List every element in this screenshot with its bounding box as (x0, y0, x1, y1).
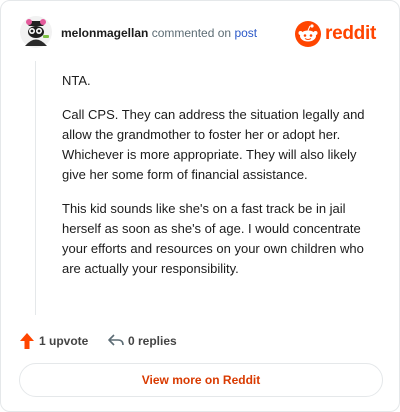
reply-arrow-icon (108, 334, 124, 346)
comment-meta: melonmagellan commented on post (61, 26, 257, 40)
reddit-logo[interactable]: reddit (295, 21, 383, 47)
comment-header: melonmagellan commented on post reddit (19, 15, 383, 51)
avatar-icon (20, 16, 52, 48)
upvote-arrow-icon (20, 333, 34, 349)
reply-count: 0 replies (128, 334, 177, 348)
post-link[interactable]: post (234, 26, 257, 40)
view-more-button[interactable]: View more on Reddit (19, 363, 383, 397)
comment-paragraph: NTA. (62, 73, 91, 88)
username-link[interactable]: melonmagellan (61, 26, 148, 40)
upvote-count: 1 upvote (39, 334, 89, 348)
thread-line[interactable] (35, 61, 36, 315)
comment-paragraph: This kid sounds like she's on a fast tra… (62, 201, 364, 276)
comment-paragraph: Call CPS. They can address the situation… (62, 107, 365, 182)
reddit-wordmark: reddit (325, 23, 376, 44)
reddit-snoo-icon (295, 21, 321, 47)
action-text: commented on (151, 26, 232, 40)
comment-body: NTA. Call CPS. They can address the situ… (62, 71, 382, 293)
avatar[interactable] (19, 15, 53, 49)
comment-embed-card: melonmagellan commented on post reddit N… (0, 0, 400, 412)
